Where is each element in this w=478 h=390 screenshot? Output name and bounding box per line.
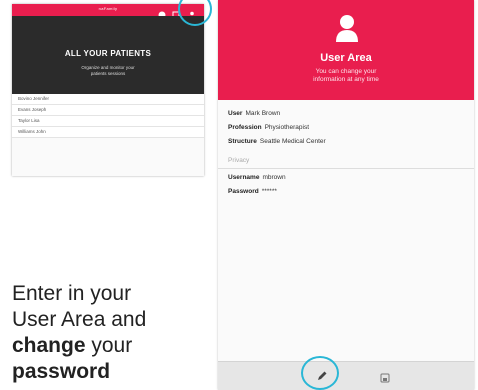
password-label: Password	[228, 188, 259, 195]
page-subtitle-line1: You can change your	[315, 68, 377, 75]
privacy-info: Username mbrown Password ******	[218, 169, 474, 199]
list-item[interactable]: Bovino Jennifer	[12, 94, 204, 105]
username-row: Username mbrown	[228, 171, 464, 185]
profession-value: Physiotherapist	[264, 124, 310, 131]
list-item[interactable]: Evans Joseph	[12, 105, 204, 116]
password-row: Password ******	[228, 185, 464, 199]
page-subtitle-line2: information at any time	[313, 76, 379, 83]
save-icon[interactable]	[380, 370, 390, 383]
structure-row: Structure Seattle Medical Center	[228, 135, 464, 149]
username-value: mbrown	[262, 174, 286, 181]
info-icon[interactable]	[158, 6, 166, 19]
patients-screen: naFamily ALL YOUR PATIENTS Organize and …	[12, 4, 204, 176]
top-bar: naFamily	[12, 4, 204, 19]
caption-password-bold: password	[12, 360, 111, 383]
hero-subtitle-line2: patients sessions	[90, 71, 126, 76]
bottom-toolbar	[218, 361, 474, 390]
username-label: Username	[228, 174, 260, 181]
profession-row: Profession Physiotherapist	[228, 121, 464, 135]
page-title: User Area	[320, 52, 372, 64]
list-item[interactable]: Taylor Lisa	[12, 116, 204, 127]
patients-hero: ALL YOUR PATIENTS Organize and monitor y…	[12, 16, 204, 94]
caption-change-bold: change	[12, 334, 86, 357]
instruction-caption: Enter in your User Area and change your …	[12, 281, 212, 385]
user-area-header: User Area You can change your informatio…	[218, 0, 474, 100]
profession-label: Profession	[228, 124, 262, 131]
password-value: ******	[261, 188, 277, 195]
caption-line3: change your	[12, 333, 212, 359]
structure-label: Structure	[228, 138, 257, 145]
profile-info: User Mark Brown Profession Physiotherapist…	[218, 100, 474, 149]
user-value: Mark Brown	[245, 110, 281, 117]
user-avatar-icon	[335, 14, 359, 47]
user-label: User	[228, 110, 243, 117]
page-subtitle: You can change your information at any t…	[218, 68, 474, 84]
user-row: User Mark Brown	[228, 107, 464, 121]
patient-list: Bovino Jennifer Evans Joseph Taylor Lisa…	[12, 94, 204, 138]
structure-value: Seattle Medical Center	[259, 138, 326, 145]
hero-subtitle: Organize and monitor your patients sessi…	[12, 65, 204, 77]
caption-line4: password	[12, 359, 212, 385]
hero-title: ALL YOUR PATIENTS	[64, 49, 152, 58]
user-area-screen: User Area You can change your informatio…	[218, 0, 474, 390]
caption-your: your	[85, 334, 133, 357]
list-item[interactable]: Williams John	[12, 127, 204, 138]
caption-line2: User Area and	[12, 308, 147, 331]
edit-button-highlight	[301, 356, 339, 390]
privacy-section-header: Privacy	[218, 157, 474, 169]
caption-line1: Enter in your	[12, 282, 132, 305]
